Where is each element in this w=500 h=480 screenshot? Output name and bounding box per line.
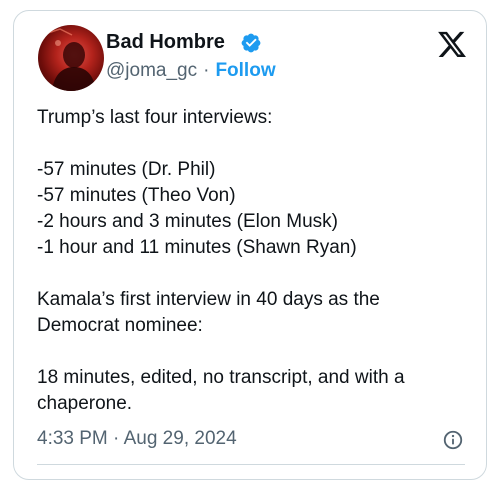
- tweet-line: 18 minutes, edited, no transcript, and w…: [37, 367, 405, 388]
- avatar[interactable]: [38, 25, 104, 91]
- tweet-line: -1 hour and 11 minutes (Shawn Ryan): [37, 237, 357, 258]
- tweet-line: -57 minutes (Dr. Phil): [37, 159, 216, 180]
- avatar-image: [47, 28, 96, 91]
- separator-dot: ·: [203, 60, 210, 81]
- tweet-line: Democrat nominee:: [37, 315, 203, 336]
- x-logo-icon[interactable]: [438, 31, 467, 58]
- tweet-line: Trump’s last four interviews:: [37, 107, 273, 128]
- divider: [37, 464, 465, 465]
- tweet-line: -57 minutes (Theo Von): [37, 185, 236, 206]
- tweet-line: -2 hours and 3 minutes (Elon Musk): [37, 211, 338, 232]
- timestamp-link[interactable]: 4:33 PM · Aug 29, 2024: [37, 427, 237, 451]
- verified-badge-icon: [241, 33, 261, 53]
- handle[interactable]: @joma_gc: [106, 60, 197, 81]
- info-icon[interactable]: [442, 429, 464, 451]
- display-name[interactable]: Bad Hombre: [106, 30, 225, 54]
- handle-line: @joma_gc · Follow: [106, 59, 276, 83]
- tweet-text: Trump’s last four interviews: -57 minute…: [37, 105, 477, 417]
- tweet-line: chaperone.: [37, 393, 133, 414]
- follow-button[interactable]: Follow: [215, 60, 275, 81]
- tweet-line: Kamala’s first interview in 40 days as t…: [37, 289, 380, 310]
- tweet-card: Bad Hombre @joma_gc · Follow Trump’s last …: [13, 10, 487, 480]
